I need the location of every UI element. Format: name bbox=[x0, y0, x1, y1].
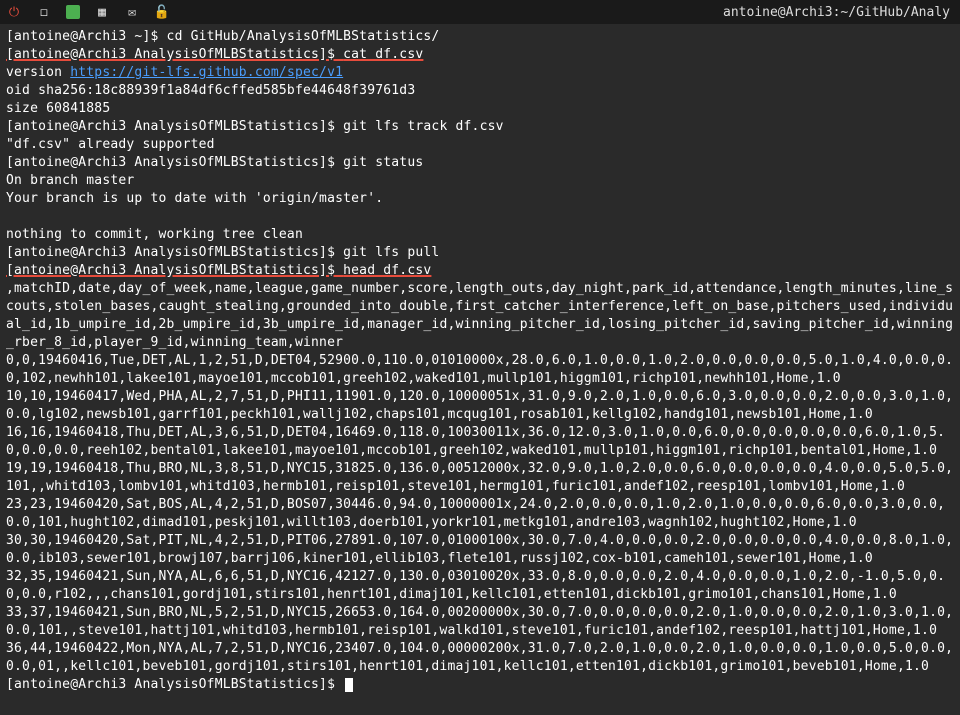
csv-row: 10,10,19460417,Wed,PHA,AL,2,7,51,D,PHI11… bbox=[6, 389, 953, 422]
menu-icon[interactable]: ▦ bbox=[94, 4, 110, 20]
prompt: [antoine@Archi3 AnalysisOfMLBStatistics]… bbox=[6, 245, 343, 260]
csv-header: ,matchID,date,day_of_week,name,league,ga… bbox=[6, 281, 953, 350]
output-text: size 60841885 bbox=[6, 101, 110, 116]
prompt: [antoine@Archi3 AnalysisOfMLBStatistics]… bbox=[6, 677, 343, 692]
output-text: oid sha256:18c88939f1a84df6cffed585bfe44… bbox=[6, 83, 415, 98]
csv-row: 32,35,19460421,Sun,NYA,AL,6,6,51,D,NYC16… bbox=[6, 569, 945, 602]
csv-row: 36,44,19460422,Mon,NYA,AL,7,2,51,D,NYC16… bbox=[6, 641, 953, 674]
prompt: [antoine@Archi3 AnalysisOfMLBStatistics]… bbox=[6, 47, 343, 62]
cursor bbox=[345, 678, 353, 692]
csv-row: 30,30,19460420,Sat,PIT,NL,4,2,51,D,PIT06… bbox=[6, 533, 953, 566]
power-icon[interactable]: ⏻ bbox=[6, 4, 22, 20]
topbar-left: ⏻ ◻ ▦ ✉ 🔓 bbox=[6, 4, 170, 20]
lfs-spec-link[interactable]: https://git-lfs.github.com/spec/v1 bbox=[70, 65, 343, 80]
output-text: "df.csv" already supported bbox=[6, 137, 215, 152]
command-head: head df.csv bbox=[343, 263, 431, 278]
unlock-icon[interactable]: 🔓 bbox=[154, 4, 170, 20]
csv-row: 23,23,19460420,Sat,BOS,AL,4,2,51,D,BOS07… bbox=[6, 497, 945, 530]
output-text: nothing to commit, working tree clean bbox=[6, 227, 303, 242]
output-text: version bbox=[6, 65, 70, 80]
window-icon[interactable]: ◻ bbox=[36, 4, 52, 20]
csv-row: 33,37,19460421,Sun,BRO,NL,5,2,51,D,NYC15… bbox=[6, 605, 953, 638]
mail-icon[interactable]: ✉ bbox=[124, 4, 140, 20]
prompt: [antoine@Archi3 AnalysisOfMLBStatistics]… bbox=[6, 119, 343, 134]
output-text: Your branch is up to date with 'origin/m… bbox=[6, 191, 383, 206]
terminal-icon[interactable] bbox=[66, 5, 80, 19]
prompt: [antoine@Archi3 ~]$ bbox=[6, 29, 167, 44]
window-title: antoine@Archi3:~/GitHub/Analy bbox=[723, 5, 954, 20]
prompt: [antoine@Archi3 AnalysisOfMLBStatistics]… bbox=[6, 263, 343, 278]
command-cd: cd GitHub/AnalysisOfMLBStatistics/ bbox=[167, 29, 440, 44]
output-text: On branch master bbox=[6, 173, 134, 188]
system-topbar: ⏻ ◻ ▦ ✉ 🔓 antoine@Archi3:~/GitHub/Analy bbox=[0, 0, 960, 24]
terminal-output[interactable]: [antoine@Archi3 ~]$ cd GitHub/AnalysisOf… bbox=[0, 24, 960, 698]
csv-row: 16,16,19460418,Thu,DET,AL,3,6,51,D,DET04… bbox=[6, 425, 945, 458]
command-git-lfs-pull: git lfs pull bbox=[343, 245, 439, 260]
prompt: [antoine@Archi3 AnalysisOfMLBStatistics]… bbox=[6, 155, 343, 170]
command-git-status: git status bbox=[343, 155, 423, 170]
command-cat: cat df.csv bbox=[343, 47, 423, 62]
csv-row: 0,0,19460416,Tue,DET,AL,1,2,51,D,DET04,5… bbox=[6, 353, 953, 386]
csv-row: 19,19,19460418,Thu,BRO,NL,3,8,51,D,NYC15… bbox=[6, 461, 953, 494]
command-git-lfs-track: git lfs track df.csv bbox=[343, 119, 504, 134]
